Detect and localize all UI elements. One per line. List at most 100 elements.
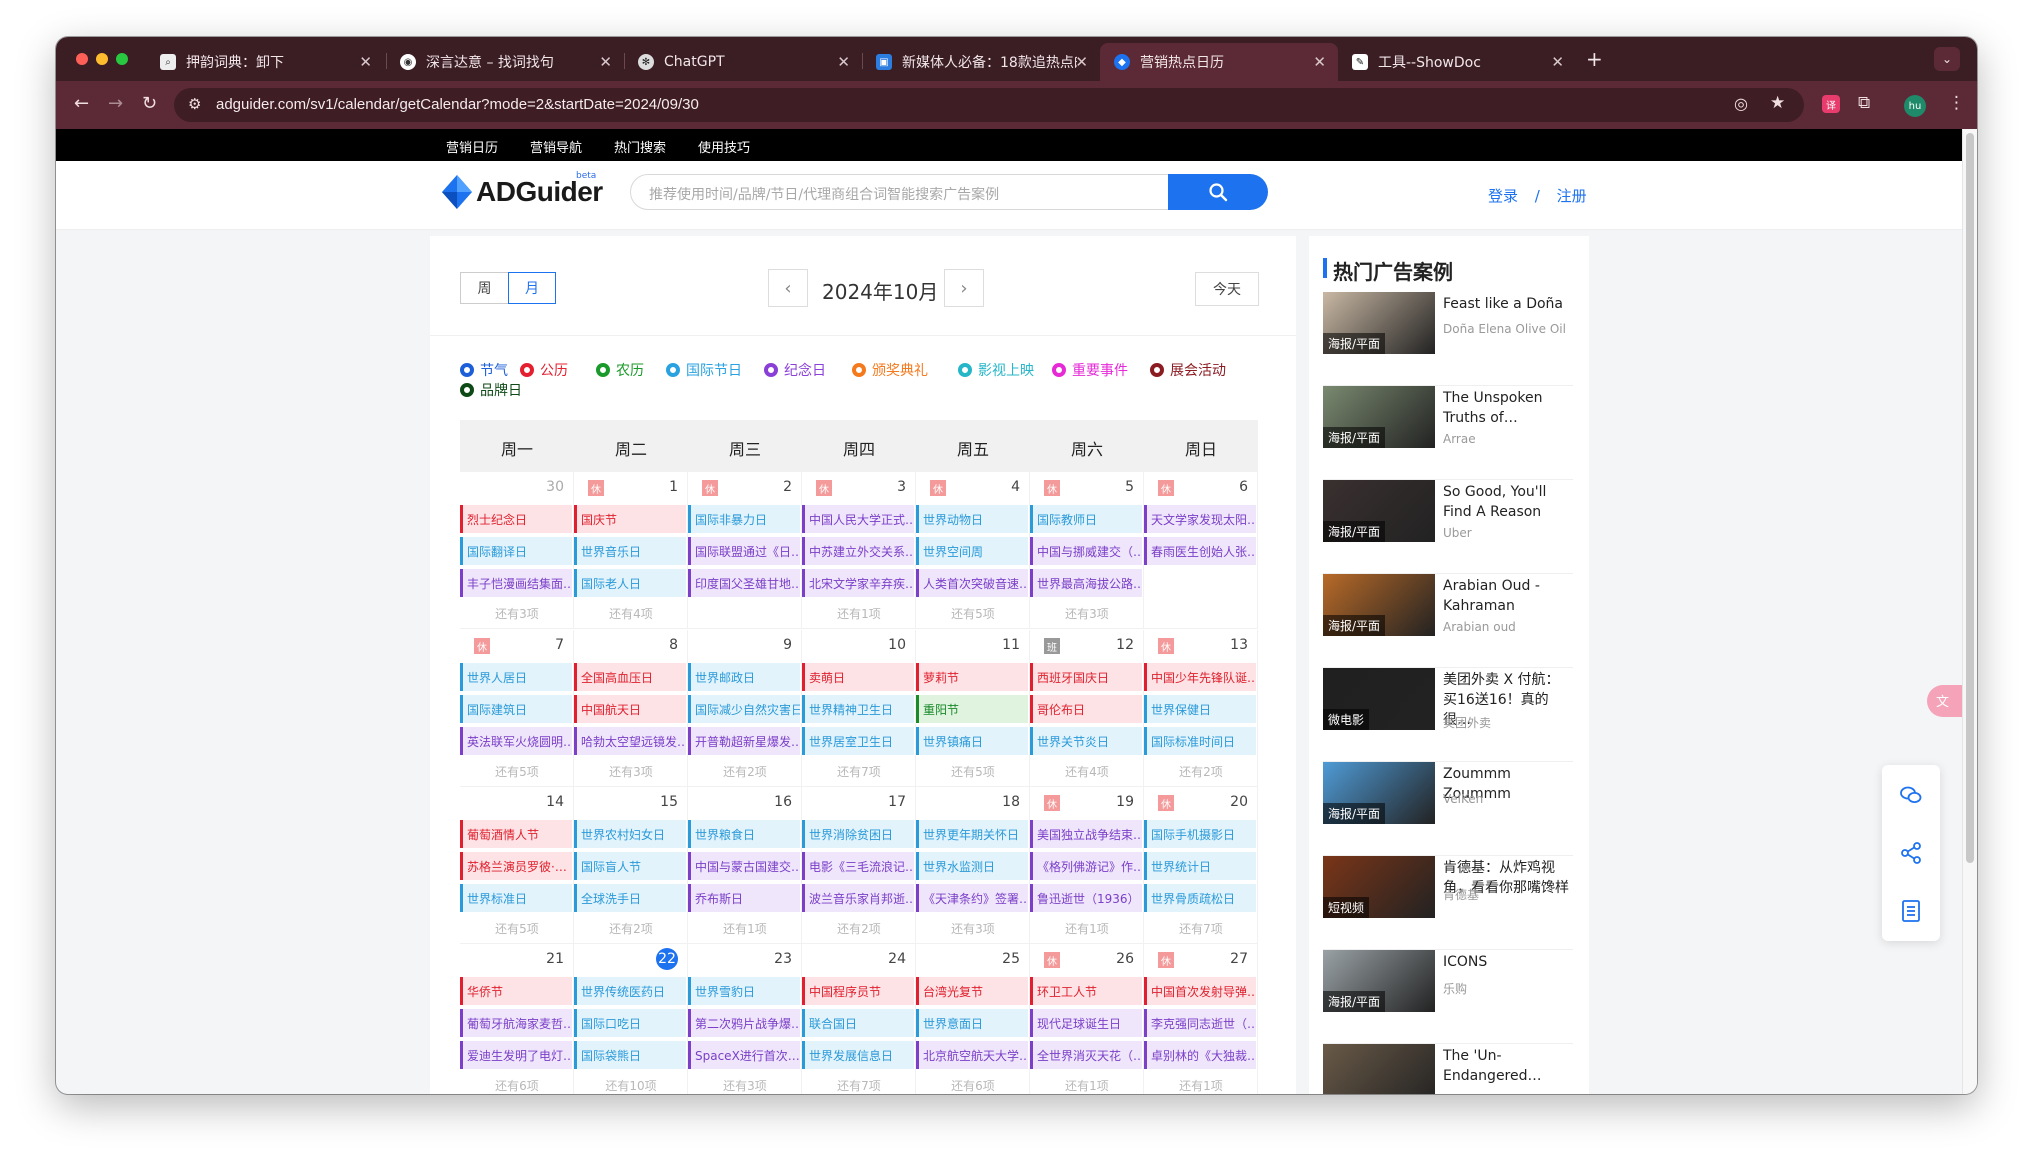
nav-hot-search[interactable]: 热门搜索 — [614, 137, 666, 156]
close-window-button[interactable] — [76, 53, 88, 65]
calendar-event[interactable]: 乔布斯日 — [688, 884, 800, 912]
calendar-event[interactable]: 国际联盟通过《日… — [688, 537, 800, 565]
calendar-event[interactable]: 中国少年先锋队诞… — [1144, 663, 1256, 691]
more-events-link[interactable]: 还有5项 — [460, 760, 574, 782]
scrollbar-thumb[interactable] — [1966, 133, 1974, 863]
back-icon[interactable]: ← — [74, 93, 89, 114]
legend-item[interactable]: 公历 — [520, 360, 568, 380]
calendar-event[interactable]: 中国航天日 — [574, 695, 686, 723]
translate-float-button[interactable]: 文 — [1927, 685, 1963, 717]
calendar-event[interactable]: 国际袋熊日 — [574, 1041, 686, 1069]
ad-title[interactable]: So Good, You'll Find A Reason — [1443, 482, 1573, 522]
more-events-link[interactable]: 还有1项 — [1030, 1074, 1144, 1094]
calendar-event[interactable]: 世界意面日 — [916, 1009, 1028, 1037]
tab-3[interactable]: ▣ 新媒体人必备：18款追热点的： ✕ — [862, 43, 1100, 81]
calendar-event[interactable]: 中苏建立外交关系… — [802, 537, 914, 565]
calendar-event[interactable]: 中国与蒙古国建交… — [688, 852, 800, 880]
calendar-event[interactable]: 世界消除贫困日 — [802, 820, 914, 848]
day-cell[interactable]: 休 20 国际手机摄影日 世界统计日 世界骨质疏松日 还有7项 — [1144, 787, 1258, 944]
day-cell[interactable]: 14 葡萄酒情人节 苏格兰演员罗彼·… 世界标准日 还有5项 — [460, 787, 574, 944]
calendar-event[interactable]: 联合国日 — [802, 1009, 914, 1037]
calendar-event[interactable]: 鲁迅逝世（1936） — [1030, 884, 1142, 912]
ad-case-card[interactable]: 海报/平面 Zoummm Zoummm VelKen — [1323, 762, 1573, 856]
register-link[interactable]: 注册 — [1557, 187, 1587, 205]
legend-item[interactable]: 重要事件 — [1052, 360, 1128, 380]
calendar-event[interactable]: 卓别林的《大独裁… — [1144, 1041, 1256, 1069]
day-cell[interactable]: 24 中国程序员节 联合国日 世界发展信息日 还有7项 — [802, 944, 916, 1094]
ad-title[interactable]: The Unspoken Truths of… — [1443, 388, 1573, 428]
calendar-event[interactable]: 世界保健日 — [1144, 695, 1256, 723]
close-icon[interactable]: ✕ — [1075, 53, 1088, 71]
calendar-event[interactable]: 国际非暴力日 — [688, 505, 800, 533]
ad-case-card[interactable]: The 'Un-Endangered… — [1323, 1044, 1573, 1094]
ad-title[interactable]: The 'Un-Endangered… — [1443, 1046, 1573, 1086]
calendar-event[interactable]: 国际手机摄影日 — [1144, 820, 1256, 848]
day-cell[interactable]: 休 1 国庆节 世界音乐日 国际老人日 还有4项 — [574, 472, 688, 629]
ad-case-card[interactable]: 短视频 肯德基：从炸鸡视角，看看你那嘴馋样 肯德基 — [1323, 856, 1573, 950]
ad-thumbnail[interactable]: 海报/平面 — [1323, 762, 1435, 824]
address-bar[interactable]: ⚙ adguider.com/sv1/calendar/getCalendar?… — [174, 88, 1804, 122]
day-cell[interactable]: 23 世界雪豹日 第二次鸦片战争爆… SpaceX进行首次… 还有3项 — [688, 944, 802, 1094]
legend-item[interactable]: 品牌日 — [460, 380, 522, 400]
calendar-event[interactable]: 印度国父圣雄甘地… — [688, 569, 800, 597]
more-events-link[interactable]: 还有2项 — [574, 917, 688, 939]
close-icon[interactable]: ✕ — [359, 53, 372, 71]
calendar-event[interactable]: 世界居室卫生日 — [802, 727, 914, 755]
day-cell[interactable]: 22 世界传统医药日 国际口吃日 国际袋熊日 还有10项 — [574, 944, 688, 1094]
calendar-event[interactable]: 苏格兰演员罗彼·… — [460, 852, 572, 880]
day-cell[interactable]: 18 世界更年期关怀日 世界水监测日 《天津条约》签署… 还有3项 — [916, 787, 1030, 944]
more-events-link[interactable]: 还有5项 — [460, 917, 574, 939]
more-events-link[interactable]: 还有3项 — [460, 602, 574, 624]
ad-thumbnail[interactable]: 微电影 — [1323, 668, 1435, 730]
forward-icon[interactable]: → — [108, 93, 123, 114]
day-cell[interactable]: 休 27 中国首次发射导弹… 李克强同志逝世（… 卓别林的《大独裁… 还有1项 — [1144, 944, 1258, 1094]
calendar-event[interactable]: 世界音乐日 — [574, 537, 686, 565]
legend-item[interactable]: 节气 — [460, 360, 508, 380]
ad-title[interactable]: Arabian Oud - Kahraman — [1443, 576, 1573, 616]
tab-1[interactable]: ◉ 深言达意 – 找词找句 ✕ — [386, 43, 624, 81]
menu-icon[interactable]: ⋮ — [1948, 93, 1965, 113]
calendar-event[interactable]: 国际翻译日 — [460, 537, 572, 565]
page-scrollbar[interactable] — [1962, 129, 1977, 1094]
day-cell[interactable]: 30 烈士纪念日 国际翻译日 丰子恺漫画结集面… 还有3项 — [460, 472, 574, 629]
share-icon[interactable] — [1899, 841, 1923, 865]
more-events-link[interactable]: 还有10项 — [574, 1074, 688, 1094]
calendar-event[interactable]: 世界农村妇女日 — [574, 820, 686, 848]
legend-item[interactable]: 农历 — [596, 360, 644, 380]
calendar-event[interactable]: 世界镇痛日 — [916, 727, 1028, 755]
calendar-event[interactable]: 《天津条约》签署… — [916, 884, 1028, 912]
maximize-window-button[interactable] — [116, 53, 128, 65]
calendar-event[interactable]: 烈士纪念日 — [460, 505, 572, 533]
day-cell[interactable]: 休 7 世界人居日 国际建筑日 英法联军火烧圆明… 还有5项 — [460, 630, 574, 787]
document-icon[interactable] — [1899, 899, 1923, 923]
calendar-event[interactable]: 卖萌日 — [802, 663, 914, 691]
ad-case-card[interactable]: 海报/平面 Feast like a Doña Doña Elena Olive O… — [1323, 292, 1573, 386]
day-cell[interactable]: 休 6 天文学家发现太阳… 春雨医生创始人张… — [1144, 472, 1258, 629]
calendar-event[interactable]: 国庆节 — [574, 505, 686, 533]
calendar-event[interactable]: 世界标准日 — [460, 884, 572, 912]
legend-item[interactable]: 纪念日 — [764, 360, 826, 380]
calendar-event[interactable]: 世界骨质疏松日 — [1144, 884, 1256, 912]
ad-thumbnail[interactable]: 海报/平面 — [1323, 574, 1435, 636]
tab-0[interactable]: ⌕ 押韵词典：卸下 ✕ — [146, 43, 384, 81]
calendar-event[interactable]: 世界粮食日 — [688, 820, 800, 848]
extensions-icon[interactable]: ⧉ — [1858, 93, 1870, 113]
calendar-event[interactable]: 国际老人日 — [574, 569, 686, 597]
calendar-event[interactable]: 英法联军火烧圆明… — [460, 727, 572, 755]
calendar-event[interactable]: 国际标准时间日 — [1144, 727, 1256, 755]
more-events-link[interactable]: 还有4项 — [574, 602, 688, 624]
calendar-event[interactable]: 北京航空航天大学… — [916, 1041, 1028, 1069]
calendar-event[interactable]: 波兰音乐家肖邦逝… — [802, 884, 914, 912]
legend-item[interactable]: 展会活动 — [1150, 360, 1226, 380]
calendar-event[interactable]: 世界传统医药日 — [574, 977, 686, 1005]
calendar-event[interactable]: 电影《三毛流浪记… — [802, 852, 914, 880]
legend-item[interactable]: 影视上映 — [958, 360, 1034, 380]
calendar-event[interactable]: 中国与挪威建交（… — [1030, 537, 1142, 565]
more-events-link[interactable]: 还有7项 — [1144, 917, 1258, 939]
calendar-event[interactable]: 国际口吃日 — [574, 1009, 686, 1037]
calendar-event[interactable]: 世界发展信息日 — [802, 1041, 914, 1069]
calendar-event[interactable]: 人类首次突破音速… — [916, 569, 1028, 597]
ad-title[interactable]: Feast like a Doña — [1443, 294, 1573, 314]
more-events-link[interactable]: 还有6项 — [916, 1074, 1030, 1094]
ad-case-card[interactable]: 海报/平面 So Good, You'll Find A Reason Uber — [1323, 480, 1573, 574]
